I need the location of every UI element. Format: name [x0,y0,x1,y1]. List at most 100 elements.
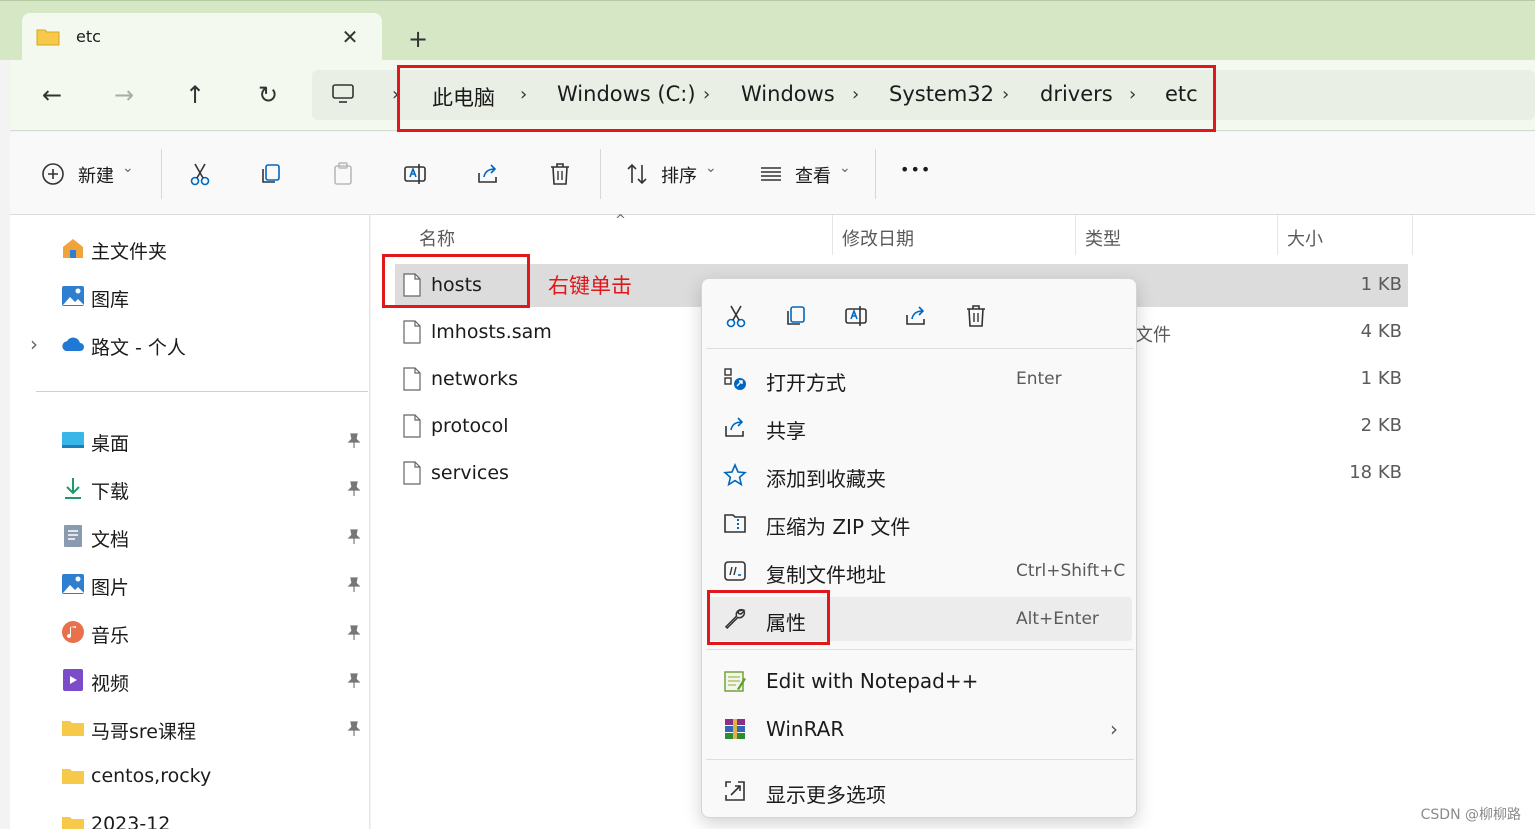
column-header-modified[interactable]: 修改日期 [842,225,914,251]
sidebar-item-2023-folder[interactable]: 2023-12 [10,804,370,829]
documents-icon [60,524,86,548]
new-button[interactable]: 新建 [78,162,114,188]
sort-button[interactable]: 排序 [661,162,697,188]
copy-icon[interactable] [256,159,286,189]
sidebar-item-label: 下载 [91,481,130,503]
tab-label: etc [76,27,101,46]
tab-etc[interactable]: etc ✕ [22,13,382,63]
sidebar-item-videos[interactable]: 视频 [10,660,370,700]
sidebar-item-label: 文档 [91,529,130,551]
menu-item-compress-zip[interactable]: 压缩为 ZIP 文件 [708,501,1132,545]
menu-item-winrar[interactable]: WinRAR › [708,707,1132,751]
folder-icon [60,812,86,829]
copy-icon[interactable] [779,299,813,333]
pictures-icon [60,572,86,596]
sidebar-item-label: centos,rocky [91,765,212,787]
title-bar: etc ✕ + [0,0,1535,63]
rename-icon[interactable] [400,159,430,189]
properties-highlight-box [707,590,830,645]
file-size: 4 KB [1360,321,1402,342]
sort-up-icon: ^ [615,213,626,228]
forward-button[interactable]: → [104,75,144,115]
column-divider[interactable] [1277,215,1278,255]
column-header-type[interactable]: 类型 [1085,225,1121,251]
menu-item-shortcut: Alt+Enter [1016,609,1099,629]
sidebar-item-label: 路文 - 个人 [91,337,186,359]
sidebar-item-onedrive[interactable]: › 路文 - 个人 [10,324,370,364]
sidebar-item-home[interactable]: 主文件夹 [10,228,370,268]
sidebar-divider [36,391,368,392]
desktop-icon [60,428,86,452]
file-type: 文件 [1135,325,1171,346]
pin-icon[interactable] [346,432,362,450]
column-divider[interactable] [1412,215,1413,255]
gallery-icon [60,284,86,308]
delete-icon[interactable] [959,299,993,333]
menu-item-share[interactable]: 共享 [708,405,1132,449]
sidebar-item-downloads[interactable]: 下载 [10,468,370,508]
sidebar-item-gallery[interactable]: 图库 [10,276,370,316]
cut-icon[interactable] [185,159,215,189]
file-name: lmhosts.sam [431,321,552,343]
share-icon[interactable] [473,159,503,189]
sidebar-item-music[interactable]: 音乐 [10,612,370,652]
pin-icon[interactable] [346,480,362,498]
pin-icon[interactable] [346,624,362,642]
up-button[interactable]: ↑ [175,75,215,115]
command-bar: 新建 ⌄ 排序 ⌄ 查看 ⌄ ••• [10,132,1535,215]
sidebar-item-label: 图片 [91,577,130,599]
menu-item-copy-path[interactable]: 复制文件地址 Ctrl+Shift+C [708,549,1132,593]
sidebar-item-label: 马哥sre课程 [91,721,196,743]
menu-item-label: Edit with Notepad++ [766,669,979,693]
sidebar-item-desktop[interactable]: 桌面 [10,420,370,460]
cut-icon[interactable] [719,299,753,333]
folder-icon [60,716,86,740]
folder-icon [36,28,60,46]
file-icon [403,461,421,485]
paste-icon[interactable] [328,159,358,189]
view-button[interactable]: 查看 [795,162,831,188]
menu-separator [706,649,1134,650]
column-divider[interactable] [1075,215,1076,255]
computer-icon [330,82,356,106]
breadcrumb-highlight-box [397,65,1216,132]
refresh-button[interactable]: ↻ [248,75,288,115]
more-options-button[interactable]: ••• [900,160,931,179]
sidebar-item-label: 音乐 [91,625,130,647]
file-size: 2 KB [1360,415,1402,436]
menu-item-show-more[interactable]: 显示更多选项 [708,769,1132,813]
expand-chevron-icon[interactable]: › [30,332,38,356]
share-icon[interactable] [899,299,933,333]
delete-icon[interactable] [545,159,575,189]
sidebar-item-centos-folder[interactable]: centos,rocky [10,756,370,796]
sort-icon[interactable] [622,159,652,189]
column-header-size[interactable]: 大小 [1287,225,1323,251]
column-header-name[interactable]: 名称 [419,225,455,251]
view-icon[interactable] [756,159,786,189]
sidebar-item-pictures[interactable]: 图片 [10,564,370,604]
sidebar-item-documents[interactable]: 文档 [10,516,370,556]
new-icon[interactable] [38,159,68,189]
file-size: 1 KB [1360,368,1402,389]
copy-path-icon [722,558,748,584]
menu-item-label: 打开方式 [766,371,846,395]
column-divider[interactable] [832,215,833,255]
pin-icon[interactable] [346,576,362,594]
sidebar-item-label: 2023-12 [91,813,171,829]
close-icon[interactable]: ✕ [338,25,362,49]
pin-icon[interactable] [346,672,362,690]
menu-item-add-favorites[interactable]: 添加到收藏夹 [708,453,1132,497]
menu-item-notepadpp[interactable]: Edit with Notepad++ [708,659,1132,703]
back-button[interactable]: ← [32,75,72,115]
winrar-icon [722,716,748,742]
menu-separator [706,759,1134,760]
sidebar-item-course-folder[interactable]: 马哥sre课程 [10,708,370,748]
pin-icon[interactable] [346,528,362,546]
toolbar-divider [161,149,162,199]
rename-icon[interactable] [839,299,873,333]
menu-item-open-with[interactable]: 打开方式 Enter [708,357,1132,401]
file-name: services [431,462,509,484]
sidebar-item-label: 主文件夹 [91,241,168,263]
new-tab-button[interactable]: + [404,25,432,53]
pin-icon[interactable] [346,720,362,738]
